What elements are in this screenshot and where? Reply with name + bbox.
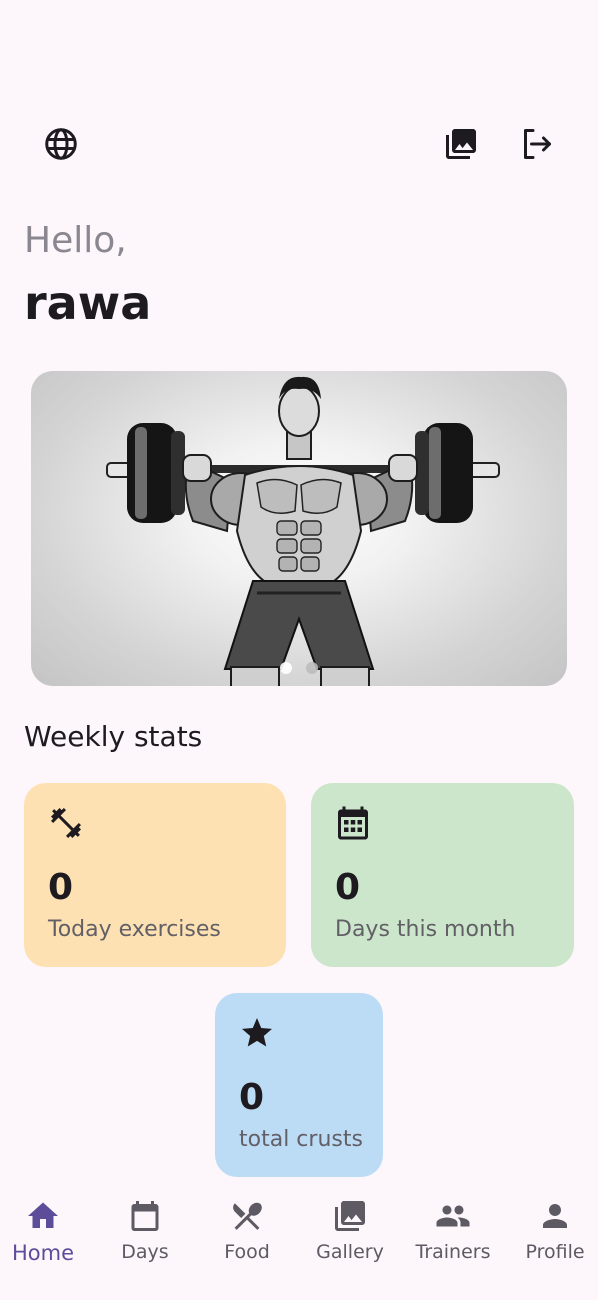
weightlifter-illustration: [106, 376, 500, 686]
stat-card-today-exercises[interactable]: 0 Today exercises: [24, 783, 286, 967]
dumbbell-icon: [51, 808, 81, 838]
days-this-month-value: 0: [335, 867, 361, 908]
nav-label-gallery: Gallery: [316, 1241, 384, 1263]
weekly-stats-title: Weekly stats: [24, 720, 203, 753]
hero-carousel[interactable]: [31, 371, 567, 686]
today-exercises-label: Today exercises: [48, 917, 221, 942]
nav-item-food[interactable]: Food: [197, 1185, 297, 1275]
nav-label-trainers: Trainers: [415, 1241, 491, 1263]
nav-label-profile: Profile: [525, 1241, 585, 1263]
nav-item-home[interactable]: Home: [0, 1185, 93, 1275]
nav-item-days[interactable]: Days: [95, 1185, 195, 1275]
nav-item-gallery[interactable]: Gallery: [300, 1185, 400, 1275]
nav-label-food: Food: [224, 1241, 270, 1263]
today-exercises-value: 0: [48, 867, 74, 908]
status-bar: [0, 0, 598, 80]
nav-item-profile[interactable]: Profile: [505, 1185, 598, 1275]
nav-label-days: Days: [121, 1241, 169, 1263]
days-this-month-label: Days this month: [335, 917, 516, 942]
bottom-navigation: Home Days Food Gallery Trainers Profile: [0, 1185, 598, 1300]
nav-label-home: Home: [11, 1241, 74, 1265]
gallery-icon: [335, 1201, 365, 1231]
person-icon: [543, 1204, 567, 1228]
total-crusts-label: total crusts: [239, 1127, 363, 1152]
logout-icon: [524, 129, 551, 159]
language-button[interactable]: [33, 116, 89, 172]
star-icon: [242, 1018, 272, 1047]
home-icon: [28, 1202, 58, 1228]
gallery-button[interactable]: [433, 116, 489, 172]
calendar-icon: [131, 1201, 159, 1231]
calendar-icon: [338, 806, 368, 840]
food-icon: [233, 1202, 262, 1230]
total-crusts-value: 0: [239, 1077, 265, 1118]
username: rawa: [24, 276, 152, 330]
language-icon: [45, 128, 77, 160]
logout-button[interactable]: [508, 116, 564, 172]
carousel-indicator: [31, 662, 567, 674]
gallery-icon: [446, 129, 476, 159]
stat-card-days-this-month[interactable]: 0 Days this month: [311, 783, 574, 967]
stat-card-total-crusts[interactable]: 0 total crusts: [215, 993, 383, 1177]
carousel-dot[interactable]: [306, 662, 318, 674]
nav-item-trainers[interactable]: Trainers: [403, 1185, 503, 1275]
greeting-text: Hello,: [24, 220, 127, 261]
carousel-dot-active[interactable]: [280, 662, 292, 674]
people-icon: [436, 1205, 470, 1227]
